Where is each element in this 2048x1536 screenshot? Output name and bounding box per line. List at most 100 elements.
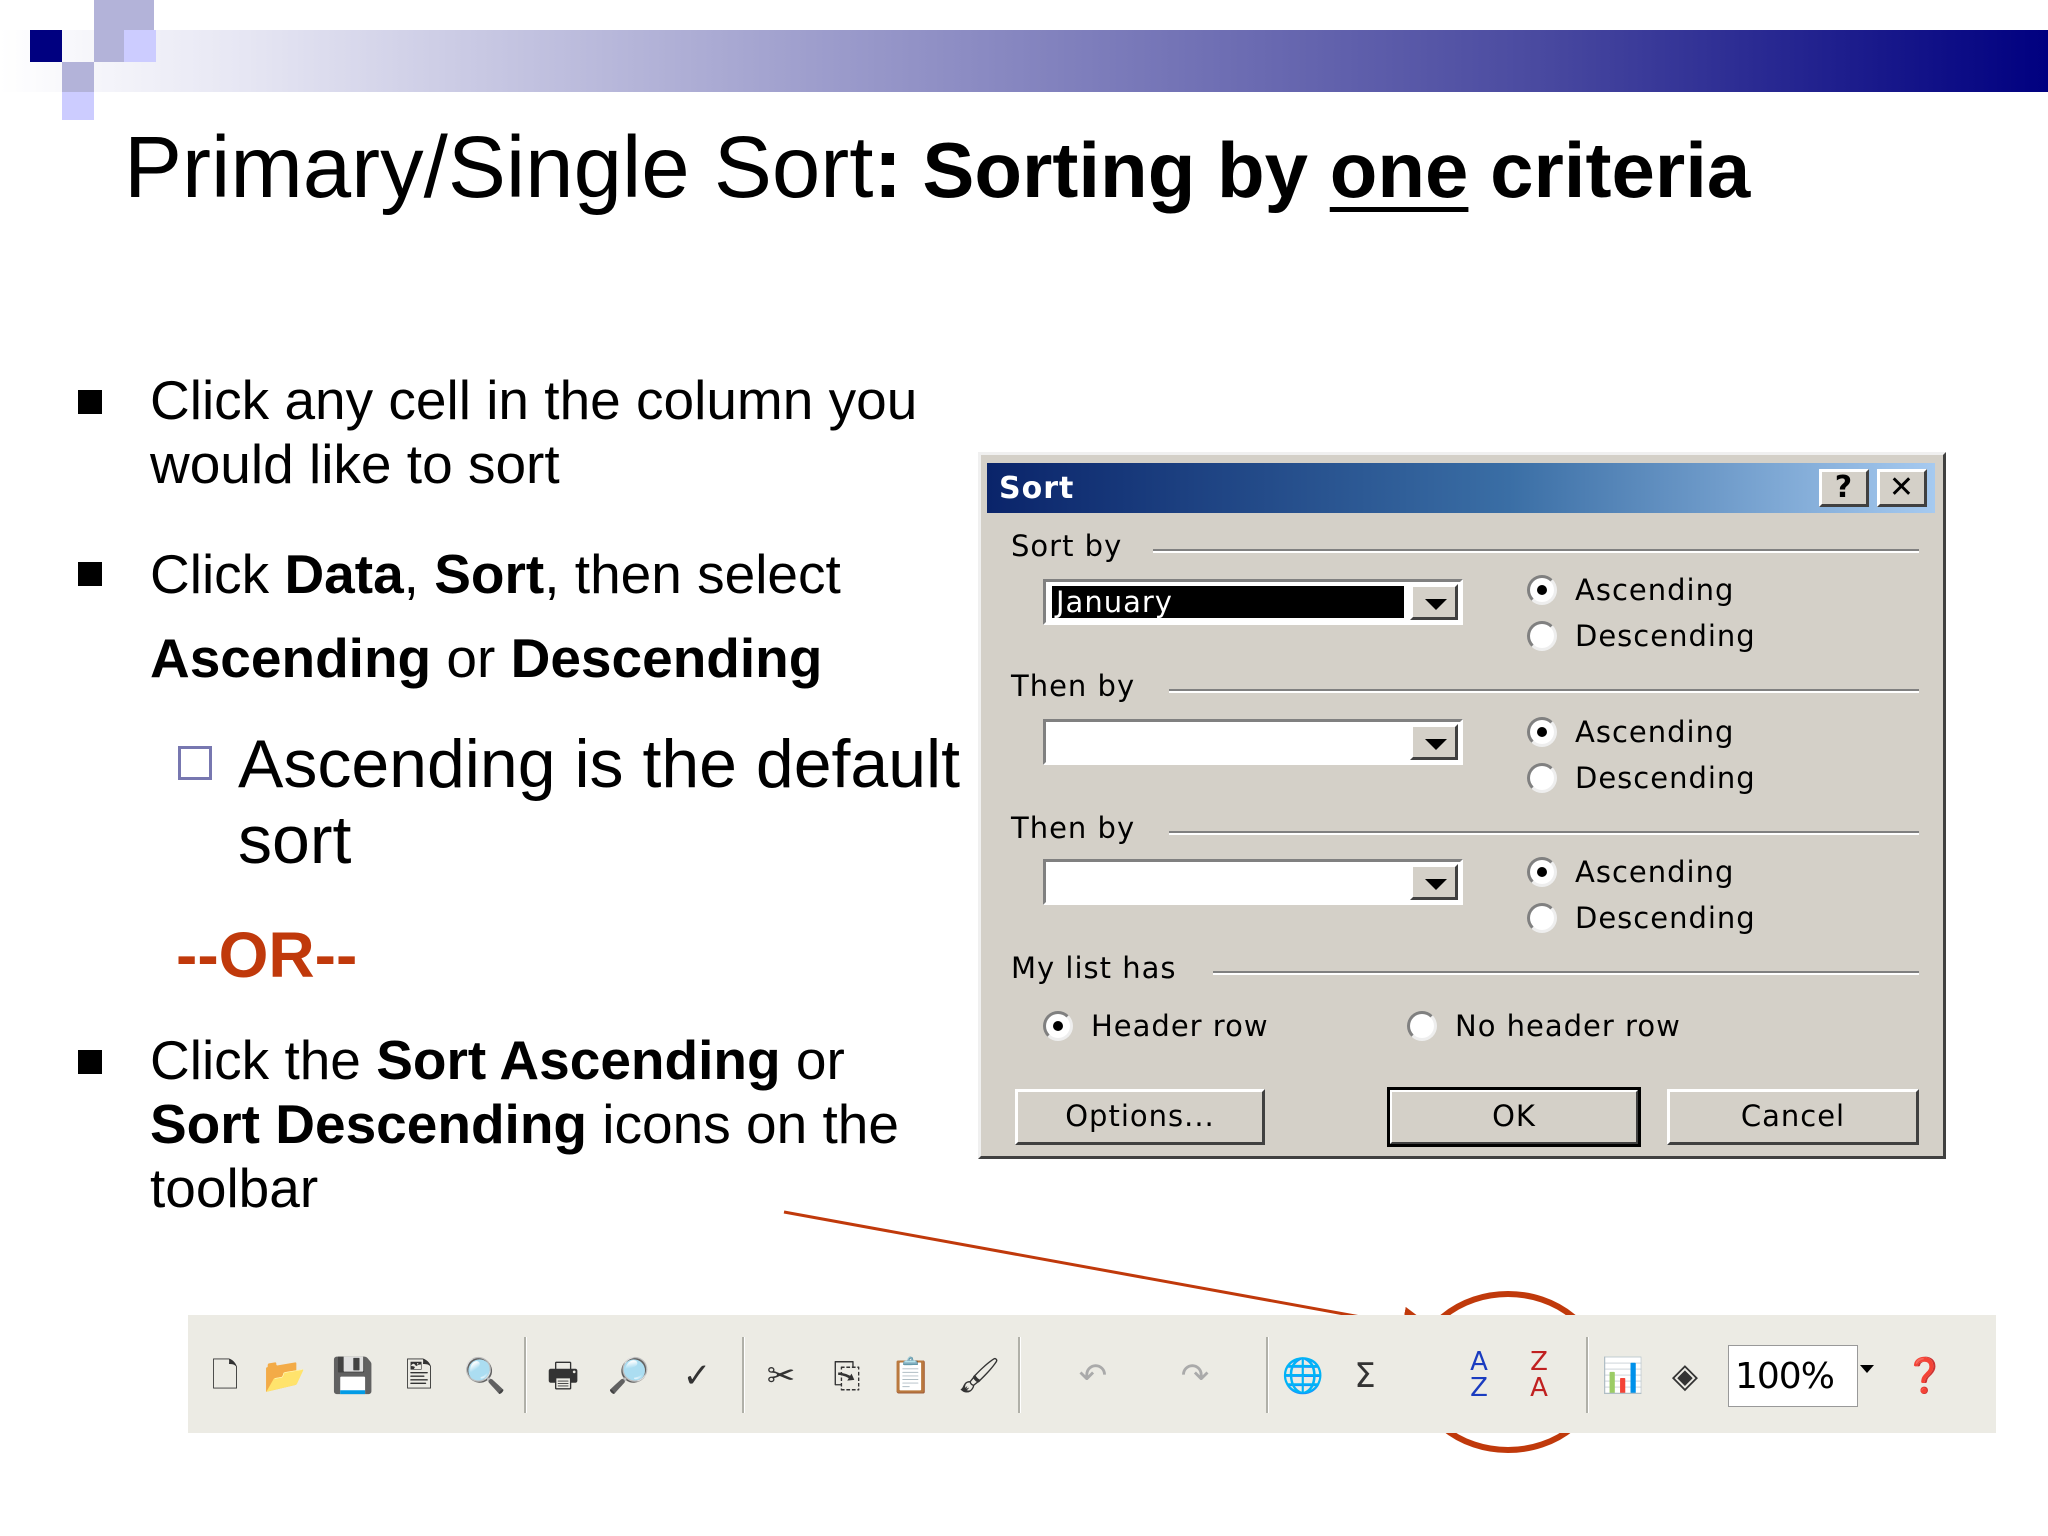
group-divider <box>1169 831 1919 835</box>
my-list-has-label: My list has <box>1011 951 1177 985</box>
paste-icon[interactable]: 📋 <box>888 1349 934 1403</box>
title-sub-underlined: one <box>1329 126 1469 214</box>
sort-by-value: January <box>1052 586 1404 618</box>
print-preview-icon[interactable]: 🔍 <box>462 1349 508 1403</box>
dialog-title: Sort <box>999 471 1075 506</box>
sort-ascending-icon[interactable]: AZ <box>1456 1349 1502 1403</box>
no-header-row-radio[interactable]: No header row <box>1407 1009 1681 1043</box>
header-square-decoration <box>62 62 94 94</box>
bullet-text: or <box>780 1029 845 1091</box>
group-divider <box>1153 549 1919 553</box>
zoom-dropdown-arrow-icon[interactable] <box>1860 1365 1874 1373</box>
dialog-titlebar[interactable]: Sort ? ✕ <box>987 463 1935 513</box>
bullet-text: or <box>431 627 511 689</box>
bullet-text: Click any cell in the column you would l… <box>150 369 918 495</box>
open-icon[interactable]: 📂 <box>262 1349 308 1403</box>
undo-icon[interactable]: ↶ <box>1070 1349 1116 1403</box>
radio-label: Ascending <box>1575 573 1735 607</box>
slide-title: Primary/Single Sort: Sorting by one crite… <box>124 118 1750 218</box>
group-divider <box>1169 689 1919 693</box>
title-main: Primary/Single Sort <box>124 119 874 216</box>
bullet-toolbar-icons: Click the Sort Ascending or Sort Descend… <box>78 1028 970 1220</box>
cancel-button[interactable]: Cancel <box>1667 1089 1919 1145</box>
sort-by-descending-radio[interactable]: Descending <box>1527 619 1756 653</box>
close-button[interactable]: ✕ <box>1877 469 1927 507</box>
sort-by-dropdown[interactable]: January <box>1043 579 1463 625</box>
copy-icon[interactable]: ⎘ <box>824 1349 870 1403</box>
radio-selected-icon <box>1527 717 1557 747</box>
ok-button[interactable]: OK <box>1387 1087 1641 1147</box>
title-sub-part: Sorting by <box>922 126 1330 214</box>
radio-label: Descending <box>1575 901 1756 935</box>
then-by-label: Then by <box>1011 811 1136 845</box>
toolbar-separator <box>1586 1337 1589 1413</box>
bullet-marker <box>78 1050 102 1074</box>
drawing-icon[interactable]: ◈ <box>1662 1349 1708 1403</box>
bullet-select-cell: Click any cell in the column you would l… <box>78 368 970 496</box>
chart-wizard-icon[interactable]: 📊 <box>1600 1349 1646 1403</box>
radio-label: Descending <box>1575 761 1756 795</box>
new-icon[interactable]: 🗋 <box>202 1349 248 1403</box>
radio-selected-icon <box>1527 575 1557 605</box>
bullet-text: Click <box>150 543 285 605</box>
dropdown-arrow-icon[interactable] <box>1410 864 1458 900</box>
sort-dialog: Sort ? ✕ Sort by January Ascending Desce… <box>978 452 1946 1159</box>
sort-by-ascending-radio[interactable]: Ascending <box>1527 573 1734 607</box>
help-icon[interactable]: ❓ <box>1902 1349 1948 1403</box>
radio-unselected-icon <box>1527 903 1557 933</box>
radio-unselected-icon <box>1407 1011 1437 1041</box>
radio-unselected-icon <box>1527 621 1557 651</box>
radio-selected-icon <box>1043 1011 1073 1041</box>
dropdown-arrow-icon[interactable] <box>1410 724 1458 760</box>
save-icon[interactable]: 💾 <box>330 1349 376 1403</box>
radio-label: Ascending <box>1575 715 1735 749</box>
bullet-text-bold: Sort Ascending <box>376 1029 781 1091</box>
print-icon[interactable]: 🖶 <box>540 1349 586 1403</box>
autosum-icon[interactable]: Σ <box>1342 1349 1388 1403</box>
header-row-radio[interactable]: Header row <box>1043 1009 1269 1043</box>
bullet-text-bold: Ascending <box>150 627 432 689</box>
then-by-dropdown-2[interactable] <box>1043 859 1463 905</box>
options-button[interactable]: Options... <box>1015 1089 1265 1145</box>
bullet-text-bold: Sort <box>434 543 545 605</box>
preview-icon[interactable]: 🔎 <box>606 1349 652 1403</box>
format-painter-icon[interactable]: 🖌 <box>956 1349 1002 1403</box>
bullet-marker <box>78 562 102 586</box>
then-by-2-ascending-radio[interactable]: Ascending <box>1527 855 1734 889</box>
then-by-1-ascending-radio[interactable]: Ascending <box>1527 715 1734 749</box>
toolbar-separator <box>524 1337 527 1413</box>
toolbar-separator <box>1018 1337 1021 1413</box>
radio-label: Ascending <box>1575 855 1735 889</box>
pointer-arrow <box>783 1210 1438 1343</box>
sort-descending-icon[interactable]: ZA <box>1516 1349 1562 1403</box>
then-by-1-descending-radio[interactable]: Descending <box>1527 761 1756 795</box>
group-divider <box>1213 971 1919 975</box>
bullet-text: , then select <box>544 543 841 605</box>
dropdown-arrow-icon[interactable] <box>1410 584 1458 620</box>
title-subtitle: Sorting by one criteria <box>922 126 1750 214</box>
bullet-text: , <box>403 543 435 605</box>
bullet-marker <box>78 390 102 414</box>
spelling-icon[interactable]: ✓ <box>674 1349 720 1403</box>
header-square-decoration <box>124 30 156 62</box>
bullet-text-bold: Data <box>284 543 404 605</box>
toolbar-separator <box>742 1337 745 1413</box>
then-by-2-descending-radio[interactable]: Descending <box>1527 901 1756 935</box>
redo-icon[interactable]: ↷ <box>1172 1349 1218 1403</box>
zoom-box[interactable]: 100% <box>1728 1345 1858 1407</box>
permission-icon[interactable]: 🖺 <box>396 1349 442 1403</box>
hyperlink-icon[interactable]: 🌐 <box>1280 1349 1326 1403</box>
bullet-text-bold: Sort Descending <box>150 1093 588 1155</box>
sub-bullet-text: Ascending is the default sort <box>238 726 961 878</box>
radio-selected-icon <box>1527 857 1557 887</box>
radio-label: Header row <box>1091 1009 1269 1043</box>
then-by-dropdown-1[interactable] <box>1043 719 1463 765</box>
then-by-label: Then by <box>1011 669 1136 703</box>
header-gradient-band <box>0 30 2048 92</box>
bullet-text: Click the <box>150 1029 377 1091</box>
header-square-decoration <box>62 92 94 120</box>
or-separator: --OR-- <box>176 919 358 991</box>
cut-icon[interactable]: ✂ <box>758 1349 804 1403</box>
sub-bullet-default-sort: Ascending is the default sort <box>178 726 998 878</box>
help-button[interactable]: ? <box>1819 469 1869 507</box>
